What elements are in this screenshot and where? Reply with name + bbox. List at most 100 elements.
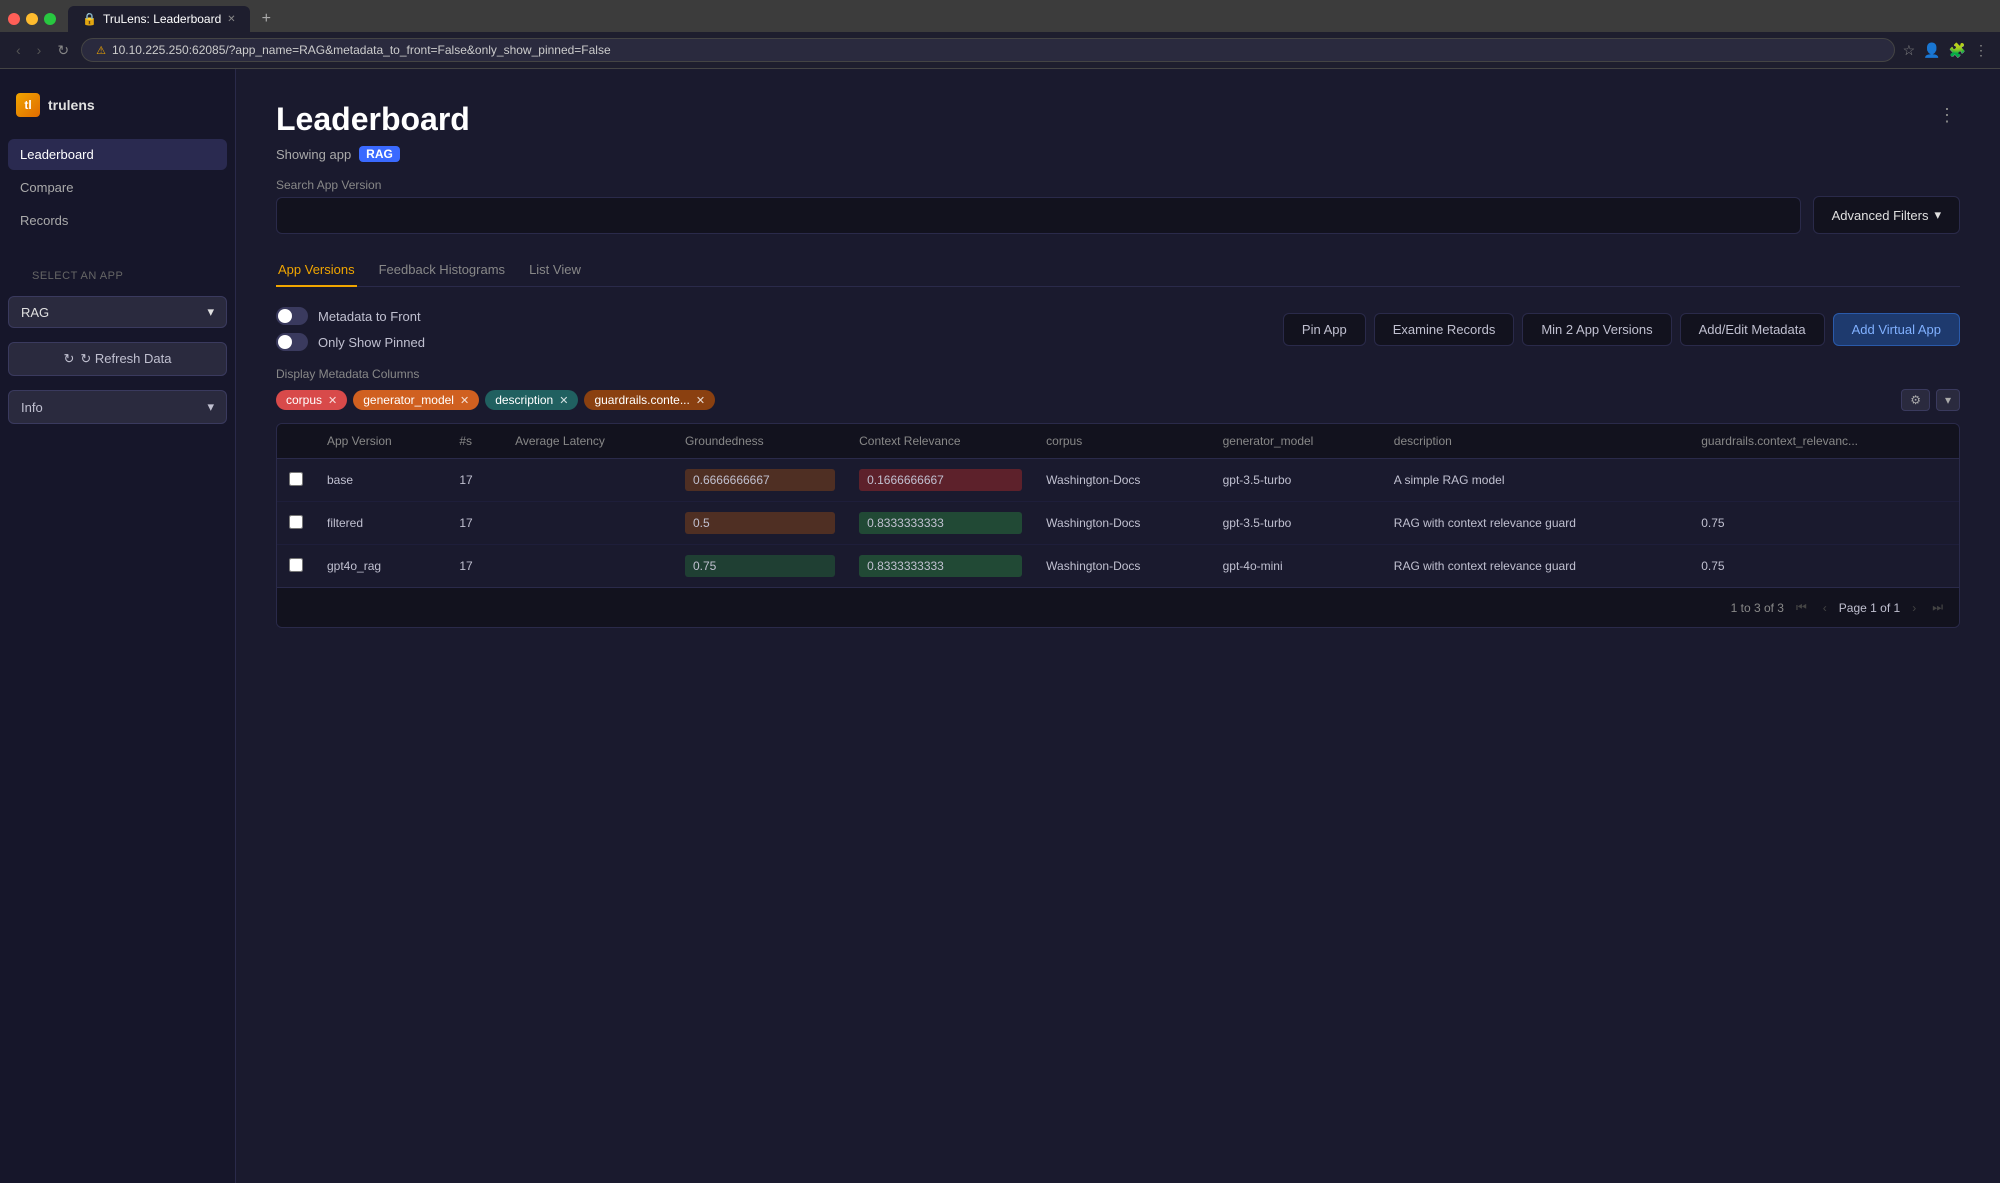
- table-header-row: App Version #s Average Latency Groundedn…: [277, 424, 1959, 459]
- app-select-value: RAG: [21, 305, 49, 320]
- new-tab-button[interactable]: +: [254, 6, 279, 32]
- active-tab[interactable]: 🔒 TruLens: Leaderboard ✕: [68, 6, 250, 32]
- select-app-label: Select an app: [16, 254, 227, 286]
- extensions-icon[interactable]: 🧩: [1949, 42, 1966, 59]
- info-dropdown[interactable]: Info ▾: [8, 390, 227, 424]
- refresh-data-button[interactable]: ↻ ↻ Refresh Data: [8, 342, 227, 376]
- row2-app-version: filtered: [315, 502, 447, 545]
- advanced-filters-button[interactable]: Advanced Filters ▾: [1813, 196, 1960, 234]
- columns-expand-button[interactable]: ▾: [1936, 389, 1960, 411]
- toggle-knob: [278, 335, 292, 349]
- logo-text: trulens: [48, 97, 95, 113]
- first-page-button[interactable]: ⏮: [1792, 598, 1811, 617]
- tab-feedback-histograms[interactable]: Feedback Histograms: [377, 254, 507, 287]
- app-select[interactable]: RAG ▾: [8, 296, 227, 328]
- action-buttons: Pin App Examine Records Min 2 App Versio…: [1283, 313, 1960, 346]
- table-row: gpt4o_rag 17 0.75 0.8333333333: [277, 545, 1959, 588]
- sidebar-item-leaderboard[interactable]: Leaderboard: [8, 139, 227, 170]
- row2-checkbox[interactable]: [289, 515, 303, 529]
- search-row: Advanced Filters ▾: [276, 196, 1960, 234]
- col-generator-model[interactable]: generator_model: [1211, 424, 1382, 459]
- add-edit-metadata-button[interactable]: Add/Edit Metadata: [1680, 313, 1825, 346]
- row3-groundedness: 0.75: [673, 545, 847, 588]
- more-options-button[interactable]: ⋮: [1934, 101, 1960, 130]
- browser-icons: ☆ 👤 🧩 ⋮: [1903, 42, 1988, 59]
- col-app-version[interactable]: App Version: [315, 424, 447, 459]
- columns-settings-button[interactable]: ⚙: [1901, 389, 1930, 411]
- url-bar[interactable]: ⚠ 10.10.225.250:62085/?app_name=RAG&meta…: [81, 38, 1894, 62]
- sidebar-nav: Leaderboard Compare Records: [0, 139, 235, 236]
- table-container: App Version #s Average Latency Groundedn…: [276, 423, 1960, 628]
- row1-generator-model: gpt-3.5-turbo: [1211, 459, 1382, 502]
- row1-guardrails: [1689, 459, 1959, 502]
- sidebar: tl trulens Leaderboard Compare Records S…: [0, 69, 236, 1183]
- showing-app-label: Showing app: [276, 147, 351, 162]
- tab-close-icon[interactable]: ✕: [227, 14, 235, 25]
- min-app-versions-button[interactable]: Min 2 App Versions: [1522, 313, 1671, 346]
- add-virtual-app-button[interactable]: Add Virtual App: [1833, 313, 1960, 346]
- col-groundedness[interactable]: Groundedness: [673, 424, 847, 459]
- sidebar-item-compare[interactable]: Compare: [8, 172, 227, 203]
- chevron-down-icon: ▾: [1934, 207, 1941, 223]
- row3-context-relevance: 0.8333333333: [847, 545, 1034, 588]
- metadata-to-front-toggle[interactable]: [276, 307, 308, 325]
- examine-records-button[interactable]: Examine Records: [1374, 313, 1515, 346]
- row2-checkbox-cell: [277, 502, 315, 545]
- col-description[interactable]: description: [1382, 424, 1689, 459]
- col-guardrails[interactable]: guardrails.context_relevanc...: [1689, 424, 1959, 459]
- pagination: 1 to 3 of 3 ⏮ ‹ Page 1 of 1 › ⏭: [277, 587, 1959, 627]
- col-avg-latency[interactable]: Average Latency: [503, 424, 673, 459]
- chips-row: corpus ✕ generator_model ✕ description ✕…: [276, 389, 1960, 411]
- page-info: Page 1 of 1: [1839, 601, 1900, 615]
- bookmark-icon[interactable]: ☆: [1903, 42, 1916, 59]
- row1-num: 17: [447, 459, 503, 502]
- metadata-to-front-toggle-row: Metadata to Front: [276, 307, 425, 325]
- row3-checkbox[interactable]: [289, 558, 303, 572]
- chip-guardrails-remove[interactable]: ✕: [696, 394, 705, 407]
- reload-button[interactable]: ↻: [53, 40, 73, 61]
- row1-description: A simple RAG model: [1382, 459, 1689, 502]
- row2-num: 17: [447, 502, 503, 545]
- search-container: [276, 197, 1801, 234]
- minimize-button[interactable]: [26, 13, 38, 25]
- tab-favicon: 🔒: [82, 12, 97, 26]
- toggles: Metadata to Front Only Show Pinned: [276, 307, 425, 351]
- prev-page-button[interactable]: ‹: [1819, 599, 1831, 617]
- row2-avg-latency: [503, 502, 673, 545]
- col-context-relevance[interactable]: Context Relevance: [847, 424, 1034, 459]
- pin-app-button[interactable]: Pin App: [1283, 313, 1366, 346]
- controls-row: Metadata to Front Only Show Pinned Pin A…: [276, 307, 1960, 351]
- row3-avg-latency: [503, 545, 673, 588]
- address-bar: ‹ › ↻ ⚠ 10.10.225.250:62085/?app_name=RA…: [0, 32, 2000, 68]
- next-page-button[interactable]: ›: [1908, 599, 1920, 617]
- chip-generator-model: generator_model ✕: [353, 390, 479, 410]
- maximize-button[interactable]: [44, 13, 56, 25]
- row1-checkbox[interactable]: [289, 472, 303, 486]
- forward-button[interactable]: ›: [33, 40, 46, 60]
- search-input[interactable]: [276, 197, 1801, 234]
- tab-list-view[interactable]: List View: [527, 254, 583, 287]
- close-button[interactable]: [8, 13, 20, 25]
- row3-app-version: gpt4o_rag: [315, 545, 447, 588]
- only-show-pinned-toggle[interactable]: [276, 333, 308, 351]
- row3-generator-model: gpt-4o-mini: [1211, 545, 1382, 588]
- profile-icon[interactable]: 👤: [1923, 42, 1940, 59]
- chip-corpus-remove[interactable]: ✕: [328, 394, 337, 407]
- row2-corpus: Washington-Docs: [1034, 502, 1210, 545]
- col-corpus[interactable]: corpus: [1034, 424, 1210, 459]
- col-num[interactable]: #s: [447, 424, 503, 459]
- table-row: filtered 17 0.5 0.8333333333: [277, 502, 1959, 545]
- last-page-button[interactable]: ⏭: [1928, 598, 1947, 617]
- row1-app-version: base: [315, 459, 447, 502]
- chip-description-remove[interactable]: ✕: [559, 394, 568, 407]
- back-button[interactable]: ‹: [12, 40, 25, 60]
- chips-settings: ⚙ ▾: [1901, 389, 1960, 411]
- sidebar-item-records[interactable]: Records: [8, 205, 227, 236]
- chip-generator-remove[interactable]: ✕: [460, 394, 469, 407]
- pagination-showing: 1 to 3 of 3: [1731, 601, 1784, 615]
- col-checkbox: [277, 424, 315, 459]
- chip-generator-label: generator_model: [363, 393, 454, 407]
- tab-app-versions[interactable]: App Versions: [276, 254, 357, 287]
- metadata-section: Display Metadata Columns corpus ✕ genera…: [276, 367, 1960, 411]
- settings-icon[interactable]: ⋮: [1974, 42, 1988, 59]
